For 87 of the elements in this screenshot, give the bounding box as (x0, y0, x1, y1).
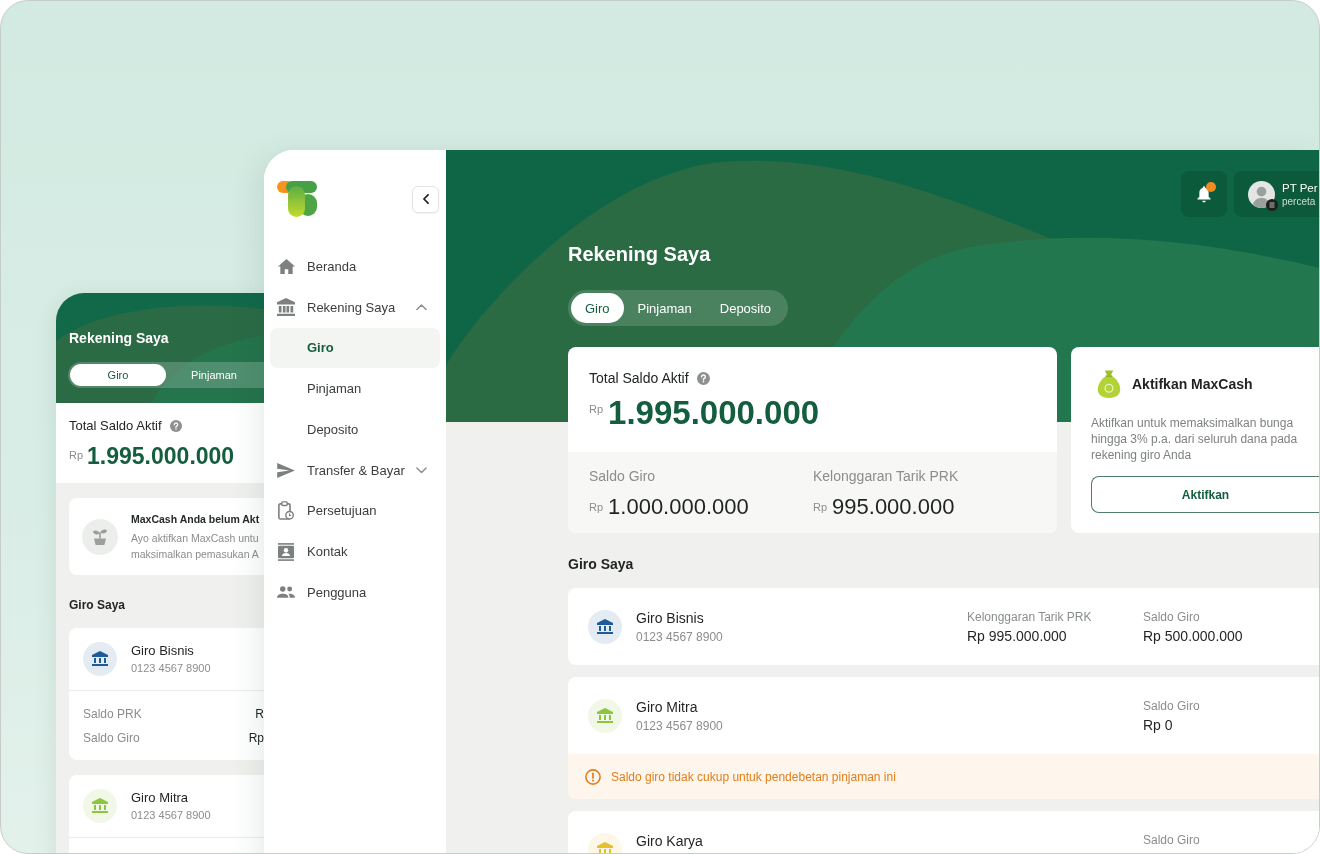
stat-value: Rp 995.000.000 (967, 627, 1067, 645)
balance-amount: 1.995.000.000 (608, 395, 820, 431)
stat-label: Saldo Giro (1143, 832, 1200, 848)
account-name: Giro Bisnis (131, 643, 195, 659)
badge-icon (1266, 198, 1278, 211)
account-name: Giro Karya (636, 832, 703, 850)
help-icon[interactable] (696, 371, 710, 385)
promo-text: Aktifkan untuk memaksimalkan bunga hingga 3% p.a. dari seluruh dana pada rekening giro Anda (1091, 415, 1299, 463)
account-card[interactable]: Giro Karya Saldo Giro (568, 811, 1319, 853)
account-card[interactable]: Giro Mitra 0123 4567 8900 (69, 775, 264, 853)
balance-amount: 1.995.000.000 (87, 443, 235, 469)
promo-title: MaxCash Anda belum Akt (131, 511, 260, 526)
nav-item[interactable]: Beranda (264, 246, 446, 287)
bank-icon (588, 609, 622, 644)
chevron-left-icon (422, 194, 429, 204)
home-icon (277, 258, 295, 274)
notification-button[interactable] (1181, 171, 1227, 217)
nav-item[interactable]: Persetujuan (264, 490, 446, 532)
account-number: 0123 4567 8900 (636, 629, 723, 645)
tab[interactable]: Giro (70, 364, 166, 386)
nav-item[interactable]: Pengguna (264, 572, 446, 613)
paper-plane-icon (277, 462, 295, 478)
tab[interactable]: Giro (571, 293, 624, 323)
tab[interactable]: Pinjaman (623, 293, 706, 323)
stat-value: Rp 500.000.000 (1143, 627, 1243, 645)
bell-icon (1197, 185, 1211, 203)
nav-item[interactable]: Transfer & Bayar (264, 449, 446, 491)
help-icon[interactable] (169, 420, 182, 432)
section-title: Giro Saya (568, 555, 634, 573)
logo (277, 181, 317, 217)
account-name: Giro Mitra (131, 790, 190, 806)
tab[interactable]: Deposito (705, 293, 786, 323)
profile-name: PT Per (1282, 180, 1318, 195)
currency-label: Rp (589, 403, 604, 415)
promo-text: Ayo aktifkan MaxCash untu maksimalkan pemasukan A (131, 530, 260, 562)
bank-icon (277, 298, 295, 317)
account-card[interactable]: Giro Mitra 0123 4567 8900 Saldo Giro Rp 0 Saldo giro tidak cukup untuk pendebetan pinjaman ini (568, 677, 1319, 799)
bank-icon (83, 642, 117, 676)
breakdown-label: Kelonggaran Tarik PRK (813, 467, 959, 485)
stat-label: Saldo Giro (1143, 609, 1200, 625)
warning-icon (585, 768, 601, 785)
breakdown-label: Saldo Giro (589, 467, 656, 485)
nav-subitem[interactable]: Giro (270, 327, 440, 369)
contact-card-icon (278, 542, 294, 561)
nav-subitem[interactable]: Pinjaman (270, 368, 440, 409)
breakdown-amount: 1.000.000.000 (608, 495, 749, 519)
detail-value: R (255, 706, 264, 723)
promo-title: Aktifkan MaxCash (1132, 375, 1253, 393)
clipboard-clock-icon (278, 501, 294, 521)
account-number: 0123 4567 8900 (636, 718, 723, 734)
stat-label: Saldo Giro (1143, 698, 1200, 714)
avatar-icon (1248, 180, 1275, 208)
account-name: Giro Bisnis (636, 609, 705, 627)
warning-text: Saldo giro tidak cukup untuk pendebetan pinjaman ini (611, 769, 896, 784)
detail-value: Rp (248, 730, 264, 747)
stat-label: Kelonggaran Tarik PRK (967, 609, 1092, 625)
balance-label: Total Saldo Aktif (69, 418, 162, 434)
bank-icon (588, 698, 622, 733)
account-card[interactable]: Giro Bisnis 0123 4567 8900 Saldo PRK R Saldo Giro Rp (69, 628, 264, 760)
plant-icon (82, 518, 118, 555)
chevron-down-icon[interactable] (416, 466, 427, 474)
collapse-button[interactable] (412, 185, 439, 213)
currency-label: Rp (589, 501, 604, 513)
account-card[interactable]: Giro Bisnis 0123 4567 8900 Kelonggaran Tarik PRK Rp 995.000.000 Saldo Giro Rp 500.000.000 (568, 588, 1319, 665)
people-icon (277, 586, 295, 599)
profile-email: perceta (1282, 194, 1317, 208)
detail-label: Saldo PRK (83, 706, 142, 723)
nav-item[interactable]: Kontak (264, 531, 446, 572)
section-title: Giro Saya (69, 597, 126, 613)
nav-subitem[interactable]: Deposito (270, 409, 440, 450)
nav-item[interactable]: Rekening Saya (264, 286, 446, 328)
balance-label: Total Saldo Aktif (589, 369, 689, 387)
detail-label: Saldo Giro (83, 730, 140, 747)
account-number: 0123 4567 8900 (131, 808, 211, 822)
activate-button[interactable]: Aktifkan (1091, 476, 1319, 513)
currency-label: Rp (813, 501, 828, 513)
account-number: 0123 4567 8900 (131, 661, 211, 675)
chevron-up-icon[interactable] (416, 303, 427, 311)
currency-label: Rp (69, 449, 84, 461)
profile-menu[interactable]: PT Per perceta (1234, 171, 1319, 217)
account-name: Giro Mitra (636, 698, 699, 716)
stat-value: Rp 0 (1143, 716, 1173, 734)
page-title: Rekening Saya (69, 329, 169, 347)
breakdown-amount: 995.000.000 (832, 495, 955, 519)
bank-icon (83, 789, 117, 823)
page-title: Rekening Saya (568, 242, 711, 266)
money-bag-icon (1097, 370, 1121, 398)
